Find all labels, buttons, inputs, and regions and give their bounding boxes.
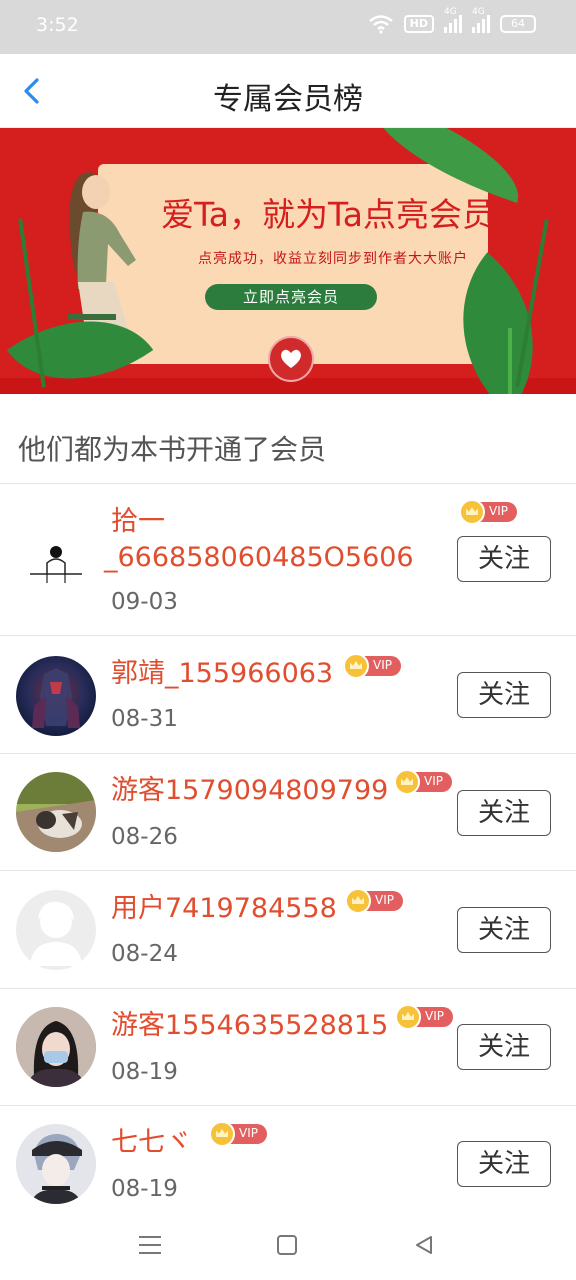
member-row[interactable]: 游客1579094809799 08-26 VIP 关注 <box>0 754 576 871</box>
avatar[interactable] <box>16 890 96 970</box>
banner-subtitle: 点亮成功，收益立刻同步到作者大大账户 <box>198 251 468 267</box>
menu-icon[interactable] <box>139 1236 161 1254</box>
back-triangle-icon[interactable] <box>414 1235 434 1255</box>
follow-button[interactable]: 关注 <box>457 1024 551 1070</box>
member-row[interactable]: 郭靖_155966063 08-31 VIP 关注 <box>0 636 576 753</box>
section-title: 他们都为本书开通了会员 <box>18 433 327 466</box>
signal-icon: 4G <box>444 7 462 33</box>
crown-icon <box>345 888 371 914</box>
member-row[interactable]: 用户7419784558 08-24 VIP 关注 <box>0 871 576 988</box>
member-name-line-1: 拾一 <box>111 506 165 537</box>
wifi-icon <box>368 15 393 34</box>
member-name[interactable]: 郭靖_155966063 <box>111 656 333 692</box>
avatar-figure-icon <box>30 546 82 583</box>
member-name[interactable]: 用户7419784558 <box>111 891 337 927</box>
vip-badge: VIP <box>459 499 517 525</box>
status-icons: HD 4G 4G 64 <box>368 7 536 34</box>
member-name[interactable]: 游客1579094809799 <box>111 773 388 809</box>
avatar[interactable] <box>16 772 96 852</box>
hd-icon: HD <box>403 15 434 33</box>
default-user-avatar-icon <box>30 901 82 966</box>
home-icon[interactable] <box>277 1235 297 1255</box>
status-time: 3:52 <box>36 14 79 36</box>
app-header: 专属会员榜 <box>0 54 576 128</box>
vip-badge: VIP <box>395 1004 453 1030</box>
crown-icon <box>459 499 485 525</box>
follow-button[interactable]: 关注 <box>457 790 551 836</box>
page-title: 专属会员榜 <box>213 82 363 117</box>
follow-button[interactable]: 关注 <box>457 907 551 953</box>
member-row[interactable]: 七七ヾ 08-19 VIP 关注 <box>0 1106 576 1212</box>
light-up-membership-button[interactable]: 立即点亮会员 <box>205 284 377 310</box>
status-bar: 3:52 HD 4G 4G 64 <box>0 0 576 54</box>
heart-seal-icon <box>268 336 314 382</box>
member-date: 09-03 <box>111 589 178 615</box>
member-row[interactable]: 拾一 _666858060485O5606 09-03 VIP 关注 <box>0 484 576 636</box>
signal-icon-2: 4G <box>472 7 490 33</box>
vip-badge: VIP <box>343 653 401 679</box>
crown-icon <box>209 1121 235 1147</box>
vip-badge: VIP <box>394 769 452 795</box>
member-row[interactable]: 游客1554635528815 08-19 VIP 关注 <box>0 989 576 1106</box>
vip-badge: VIP <box>345 888 403 914</box>
avatar[interactable] <box>16 656 96 736</box>
avatar[interactable] <box>16 519 96 599</box>
avatar[interactable] <box>16 1124 96 1204</box>
follow-button[interactable]: 关注 <box>457 536 551 582</box>
follow-button[interactable]: 关注 <box>457 1141 551 1187</box>
heart-icon <box>281 349 301 368</box>
signal-network-label-2: 4G <box>472 7 485 17</box>
member-date: 08-24 <box>111 941 178 967</box>
member-name[interactable]: 拾一 _666858060485O5606 <box>104 504 434 576</box>
member-date: 08-19 <box>111 1176 178 1202</box>
fern-decoration <box>508 328 512 394</box>
crown-icon <box>394 769 420 795</box>
battery-icon: 64 <box>500 15 536 33</box>
crown-icon <box>343 653 369 679</box>
banner-heading: 爱Ta，就为Ta点亮会员 <box>161 195 495 234</box>
member-date: 08-31 <box>111 706 178 732</box>
follow-button[interactable]: 关注 <box>457 672 551 718</box>
promo-banner[interactable]: 爱Ta，就为Ta点亮会员 点亮成功，收益立刻同步到作者大大账户 立即点亮会员 <box>0 128 576 394</box>
member-name[interactable]: 游客1554635528815 <box>111 1008 388 1044</box>
member-name[interactable]: 七七ヾ <box>111 1125 192 1161</box>
anime-boy-avatar-icon <box>16 1124 96 1204</box>
signal-network-label: 4G <box>444 7 457 17</box>
member-date: 08-19 <box>111 1059 178 1085</box>
member-name-line-2: _666858060485O5606 <box>104 542 414 573</box>
crown-icon <box>395 1004 421 1030</box>
member-date: 08-26 <box>111 824 178 850</box>
masked-girl-avatar-icon <box>16 1007 96 1087</box>
cat-avatar-icon <box>16 772 96 852</box>
warrior-avatar-icon <box>32 668 80 728</box>
vip-badge: VIP <box>209 1121 267 1147</box>
system-nav-bar <box>0 1212 576 1280</box>
avatar[interactable] <box>16 1007 96 1087</box>
